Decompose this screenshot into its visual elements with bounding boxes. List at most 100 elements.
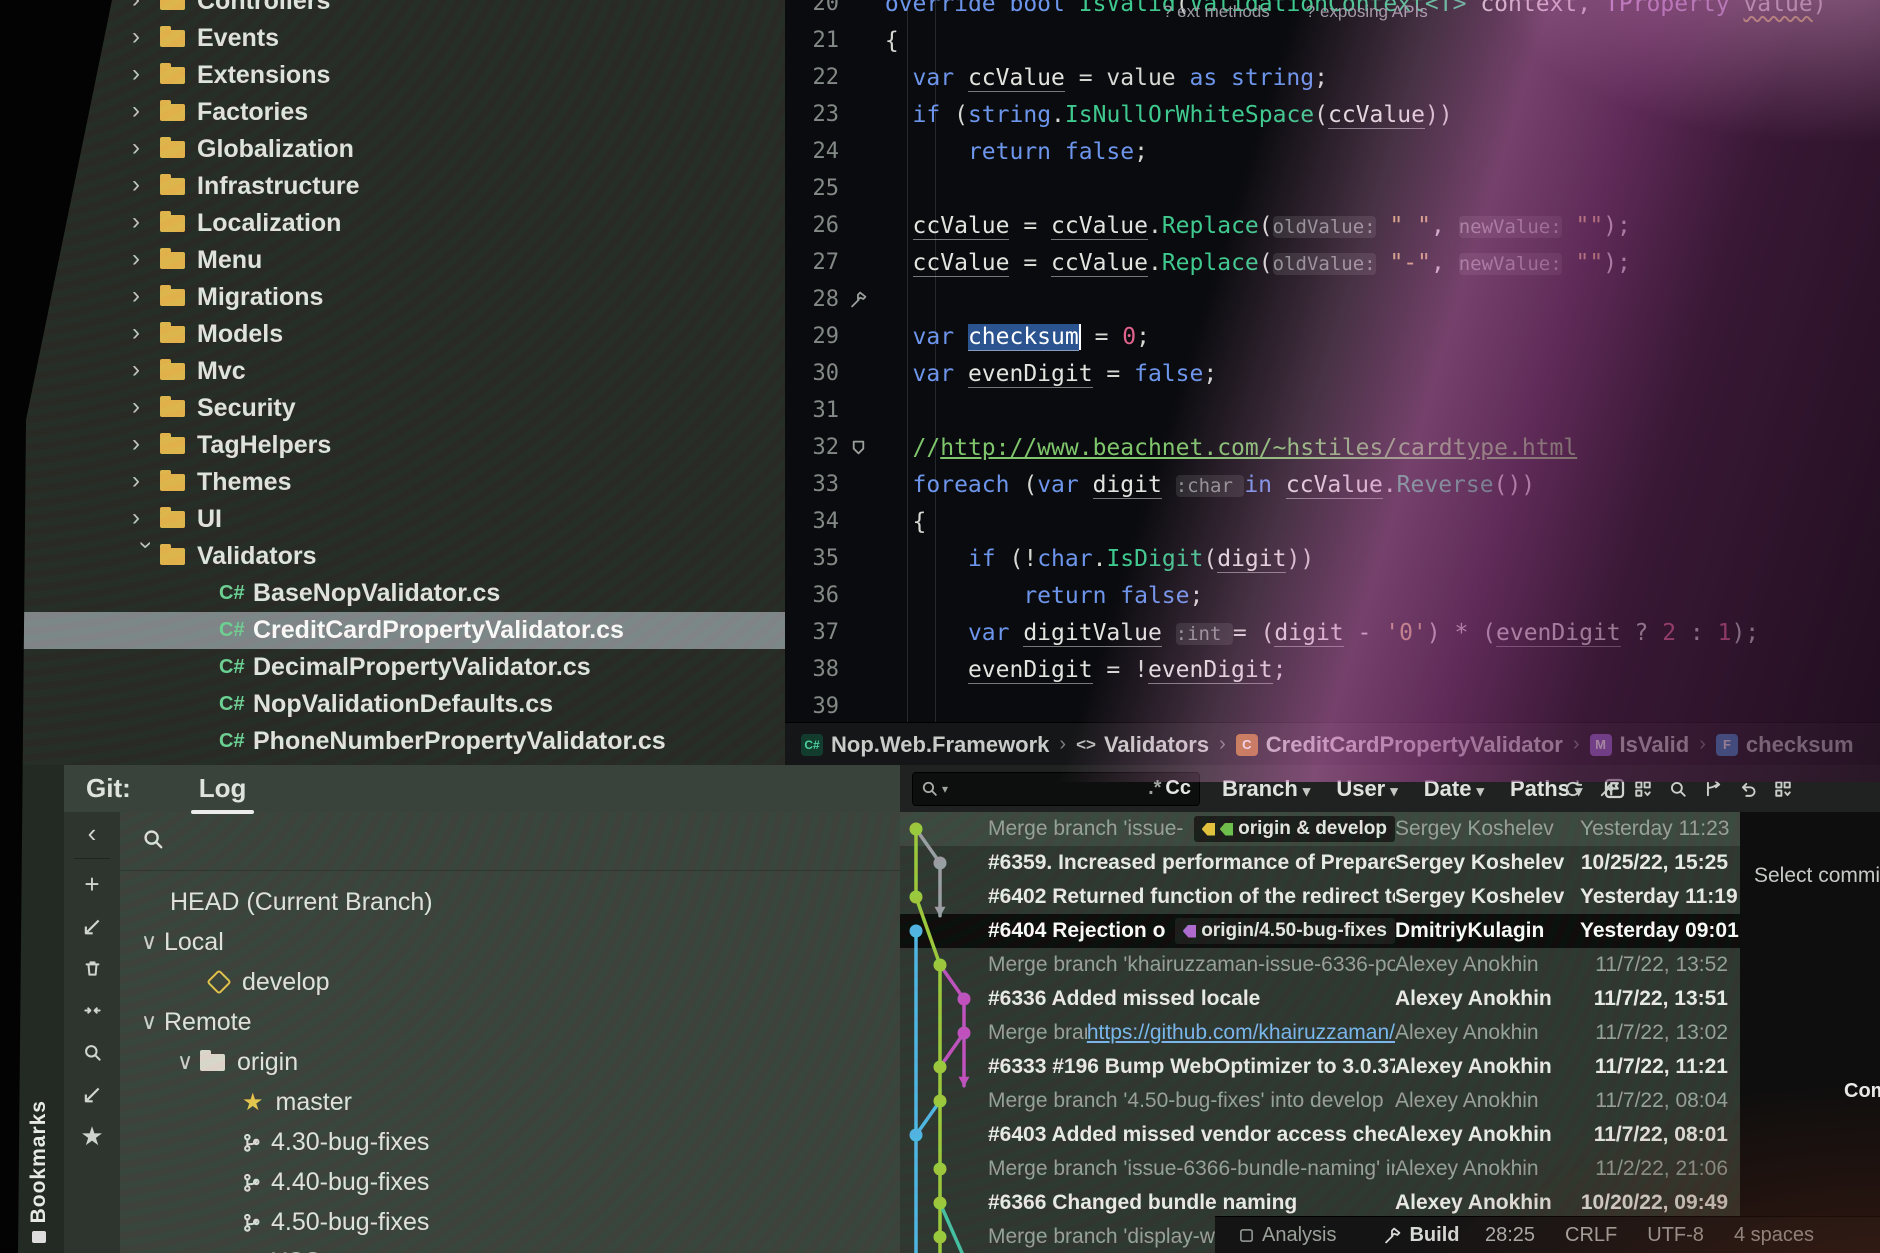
regex-toggle[interactable]: .* [1148,777,1161,800]
branch-item-master[interactable]: ★master [120,1082,900,1122]
commit-row[interactable]: Merge branch 'khairuzzaman-issue-6336-po… [900,948,1740,982]
magnifier-icon[interactable] [1669,780,1687,798]
chevron-right-icon[interactable]: › [132,134,160,162]
chevron-right-icon[interactable]: › [132,60,160,88]
status-item[interactable]: 4 spaces [1734,1224,1814,1247]
commit-row[interactable]: Merge branch 'issue-6359-increase-perfor… [900,812,1740,846]
branch-item-4-30-bug-fixes[interactable]: 4.30-bug-fixes [120,1122,900,1162]
chevron-right-icon[interactable]: › [132,97,160,125]
breadcrumb-item-nop.web.framework[interactable]: C#Nop.Web.Framework [801,732,1049,758]
tree-item-themes[interactable]: ›Themes [14,464,785,501]
tree-item-infrastructure[interactable]: ›Infrastructure [14,168,785,205]
chevron-left-icon[interactable]: ‹ [64,812,120,854]
commit-row[interactable]: #6402 Returned function of the redirect … [900,880,1740,914]
commit-row[interactable]: Merge branch 'issue-6366-bundle-naming' … [900,1152,1740,1186]
tree-item-decimalpropertyvalidator-cs[interactable]: C#DecimalPropertyValidator.cs [14,649,785,686]
tree-item-mvc[interactable]: ›Mvc [14,353,785,390]
chevron-down-icon[interactable]: ∨ [134,929,164,955]
branch-item-local[interactable]: ∨Local [120,922,900,962]
chevron-right-icon[interactable]: › [132,504,160,532]
arrow-down-left-icon[interactable]: ↙ [64,905,120,947]
commit-search-input[interactable]: ▾ .* Cc [912,772,1200,806]
chevron-right-icon[interactable]: › [132,23,160,51]
tree-item-controllers[interactable]: ›Controllers [14,0,785,20]
refresh-icon[interactable] [1564,780,1582,798]
tree-item-taghelpers[interactable]: ›TagHelpers [14,427,785,464]
chevron-right-icon[interactable]: › [132,0,160,14]
commit-row[interactable]: #6359. Increased performance of PrepareP… [900,846,1740,880]
grid-down2-icon[interactable] [1774,780,1792,798]
branch-item-xss[interactable]: XSS [120,1242,900,1253]
tree-item-factories[interactable]: ›Factories [14,94,785,131]
chevron-right-icon[interactable]: › [132,356,160,384]
tree-item-security[interactable]: ›Security [14,390,785,427]
match-case-toggle[interactable]: Cc [1165,777,1191,800]
breadcrumb-item-checksum[interactable]: Fchecksum [1716,732,1854,758]
chevron-down-icon[interactable]: › [132,541,160,569]
build-tool-button[interactable]: Build [1384,1224,1459,1247]
bookmarks-tool-button[interactable]: Bookmarks [14,1100,64,1243]
brush-icon[interactable] [1599,780,1617,798]
tree-item-events[interactable]: ›Events [14,20,785,57]
tab-git-log[interactable]: Log [189,769,257,808]
code-vision-hint[interactable]: ? exposing APIs [1306,2,1428,22]
chevron-right-icon[interactable]: › [132,430,160,458]
breadcrumb-item-isvalid[interactable]: MIsValid [1590,732,1690,758]
star-icon[interactable]: ★ [64,1115,120,1157]
chevron-down-icon[interactable]: ∨ [134,1009,164,1035]
chevron-right-icon[interactable]: › [132,171,160,199]
code-vision-hint[interactable]: ? ext methods [1163,2,1270,22]
commit-row[interactable]: #6336 Added missed localeAlexey Anokhin1… [900,982,1740,1016]
filter-branch[interactable]: Branch▾ [1222,776,1310,802]
branch-item-develop[interactable]: develop [120,962,900,1002]
grid-down-icon[interactable] [1634,780,1652,798]
commit-row[interactable]: #6366 Changed bundle namingAlexey Anokhi… [900,1186,1740,1220]
undo-icon[interactable] [1739,780,1757,798]
ref-badge[interactable]: origin/4.50-bug-fixes [1175,918,1395,944]
commit-row[interactable]: #6333 #196 Bump WebOptimizer to 3.0.372A… [900,1050,1740,1084]
chevron-right-icon[interactable]: › [132,208,160,236]
tree-item-globalization[interactable]: ›Globalization [14,131,785,168]
tree-item-basenopvalidator-cs[interactable]: C#BaseNopValidator.cs [14,575,785,612]
magnifier-icon[interactable] [64,1031,120,1073]
tree-item-extensions[interactable]: ›Extensions [14,57,785,94]
filter-user[interactable]: User▾ [1336,776,1397,802]
tree-item-nopvalidationdefaults-cs[interactable]: C#NopValidationDefaults.cs [14,686,785,723]
search-icon[interactable] [142,828,164,850]
arrow-down-left2-icon[interactable]: ↙ [64,1073,120,1115]
tree-item-models[interactable]: ›Models [14,316,785,353]
commit-link[interactable]: https://github.com/khairuzzaman/ [1087,1021,1395,1045]
collapse-icon[interactable] [64,989,120,1031]
status-item[interactable]: UTF-8 [1647,1224,1704,1247]
commit-row[interactable]: #6403 Added missed vendor access check t… [900,1118,1740,1152]
branch-item-head-current-branch-[interactable]: HEAD (Current Branch) [120,882,900,922]
ref-badge[interactable]: origin & develop [1194,816,1395,842]
branch-item-4-50-bug-fixes[interactable]: 4.50-bug-fixes [120,1202,900,1242]
chevron-down-icon[interactable]: ∨ [170,1049,200,1075]
chevron-right-icon[interactable]: › [132,319,160,347]
chevron-right-icon[interactable]: › [132,467,160,495]
status-item[interactable]: CRLF [1565,1224,1617,1247]
commit-row[interactable]: #6404 Rejection of List<T>.ForEach due t… [900,914,1740,948]
chevron-right-icon[interactable]: › [132,245,160,273]
tree-item-menu[interactable]: ›Menu [14,242,785,279]
plus-icon[interactable]: + [64,863,120,905]
chevron-right-icon[interactable]: › [132,282,160,310]
code-editor[interactable]: ? ext methods ? exposing APIs 20 overrid… [785,0,1880,765]
tree-item-creditcardpropertyvalidator-cs[interactable]: C#CreditCardPropertyValidator.cs [14,612,785,649]
merge-arrows-icon[interactable] [1704,780,1722,798]
analysis-tool-button[interactable]: Analysis [1239,1224,1336,1247]
chevron-right-icon[interactable]: › [132,393,160,421]
tree-item-migrations[interactable]: ›Migrations [14,279,785,316]
commit-row[interactable]: Merge branch '4.50-bug-fixes' into devel… [900,1084,1740,1118]
status-item[interactable]: 28:25 [1485,1224,1535,1247]
trash-icon[interactable] [64,947,120,989]
filter-date[interactable]: Date▾ [1424,776,1484,802]
tree-item-localization[interactable]: ›Localization [14,205,785,242]
tree-item-phonenumberpropertyvalidator-cs[interactable]: C#PhoneNumberPropertyValidator.cs [14,723,785,760]
breadcrumb-item-validators[interactable]: <>Validators [1076,732,1209,758]
tree-item-ui[interactable]: ›UI [14,501,785,538]
tree-item-validators[interactable]: ›Validators [14,538,785,575]
breadcrumb-item-creditcardpropertyvalidator[interactable]: CCreditCardPropertyValidator [1236,732,1563,758]
branch-item-origin[interactable]: ∨origin [120,1042,900,1082]
